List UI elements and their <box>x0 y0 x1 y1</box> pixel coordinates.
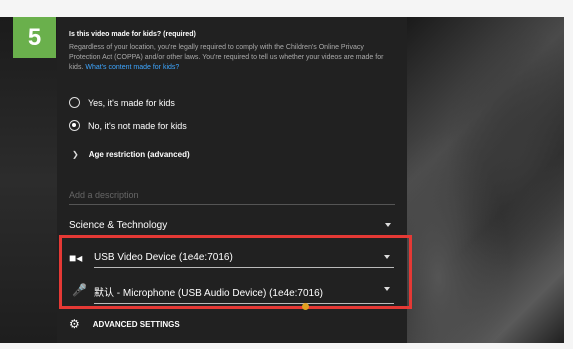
microphone-icon: 🎤 <box>72 283 87 297</box>
radio-option-no-kids[interactable]: No, it's not made for kids <box>69 120 187 131</box>
chevron-down-icon: ❯ <box>72 150 79 159</box>
video-preview <box>407 17 564 343</box>
video-camera-icon: ■◂ <box>69 251 83 265</box>
camera-value: USB Video Device (1e4e:7016) <box>94 252 233 263</box>
advanced-settings-label: ADVANCED SETTINGS <box>92 319 180 329</box>
dropdown-caret-icon <box>385 223 391 227</box>
screenshot-stage: 5 Is this video made for kids? (required… <box>0 0 573 349</box>
dropdown-caret-icon <box>384 287 390 291</box>
kids-info-link[interactable]: What's content made for kids? <box>85 64 179 71</box>
camera-select[interactable]: USB Video Device (1e4e:7016) <box>94 252 394 268</box>
advanced-settings-button[interactable]: ⚙ ADVANCED SETTINGS <box>69 317 180 331</box>
kids-question-body: Regardless of your location, you're lega… <box>69 43 394 73</box>
step-badge: 5 <box>13 17 56 58</box>
age-restriction-label: Age restriction (advanced) <box>88 150 190 159</box>
microphone-select[interactable]: 默认 - Microphone (USB Audio Device) (1e4e… <box>94 284 394 304</box>
category-select[interactable]: Science & Technology <box>69 220 395 236</box>
kids-question-title: Is this video made for kids? (required) <box>69 31 196 38</box>
background-left-edge <box>0 17 57 343</box>
radio-button-unchecked[interactable] <box>69 97 80 108</box>
gear-icon: ⚙ <box>69 317 80 331</box>
radio-label-no: No, it's not made for kids <box>88 120 187 131</box>
dropdown-caret-icon <box>384 255 390 259</box>
category-value: Science & Technology <box>69 220 168 231</box>
mouse-cursor-highlight <box>302 303 309 310</box>
radio-option-yes-kids[interactable]: Yes, it's made for kids <box>69 97 175 108</box>
microphone-value: 默认 - Microphone (USB Audio Device) (1e4e… <box>94 288 323 299</box>
description-input[interactable]: Add a description <box>69 190 395 205</box>
radio-button-checked[interactable] <box>69 120 80 131</box>
radio-label-yes: Yes, it's made for kids <box>88 97 175 108</box>
age-restriction-toggle[interactable]: ❯ Age restriction (advanced) <box>72 150 190 159</box>
